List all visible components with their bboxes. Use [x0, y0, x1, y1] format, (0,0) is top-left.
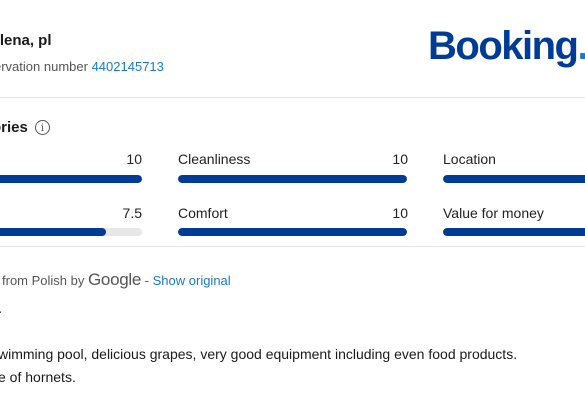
category-bar-fill [0, 228, 106, 236]
reservation-line: ervation number 4402145713 [0, 59, 164, 74]
translation-line: from Polish by Google - Show original [2, 270, 231, 290]
reservation-label: ervation number [0, 59, 88, 74]
category-bar [178, 228, 407, 236]
booking-logo: Booking.c [428, 24, 585, 69]
google-logo: Google [88, 270, 142, 289]
category-score: 10 [126, 151, 142, 167]
category-bar-fill [443, 175, 585, 183]
category-bar [0, 228, 142, 236]
category-bar-fill [0, 175, 142, 183]
categories-divider [0, 246, 585, 247]
info-icon[interactable]: i [35, 120, 50, 135]
review-text-line: wimming pool, delicious grapes, very goo… [0, 346, 518, 362]
review-title: . [0, 300, 2, 317]
translation-prefix: from Polish by [2, 273, 85, 288]
reviewer-name: rlena, pl [0, 32, 52, 49]
category-score: 10 [392, 151, 408, 167]
translation-separator: - [144, 273, 149, 288]
review-text-line: e of hornets. [0, 369, 76, 385]
category-score: 10 [392, 205, 408, 221]
category-bar-fill [178, 175, 407, 183]
show-original-link[interactable]: Show original [153, 273, 231, 288]
category-bar [443, 228, 585, 236]
header-divider [0, 97, 585, 98]
reservation-number[interactable]: 4402145713 [92, 59, 164, 74]
booking-logo-text: Booking [428, 24, 579, 68]
category-label: Comfort [178, 205, 228, 221]
category-score: 7.5 [122, 205, 142, 221]
category-bar-fill [178, 228, 407, 236]
category-bar [443, 175, 585, 183]
category-label: Value for money [443, 205, 544, 221]
category-label: Location [443, 151, 496, 167]
booking-logo-tail: .c [577, 24, 585, 68]
category-label: Cleanliness [178, 151, 251, 167]
category-bar [0, 175, 142, 183]
categories-title: ories [0, 119, 28, 136]
category-bar [178, 175, 407, 183]
category-bar-fill [443, 228, 585, 236]
